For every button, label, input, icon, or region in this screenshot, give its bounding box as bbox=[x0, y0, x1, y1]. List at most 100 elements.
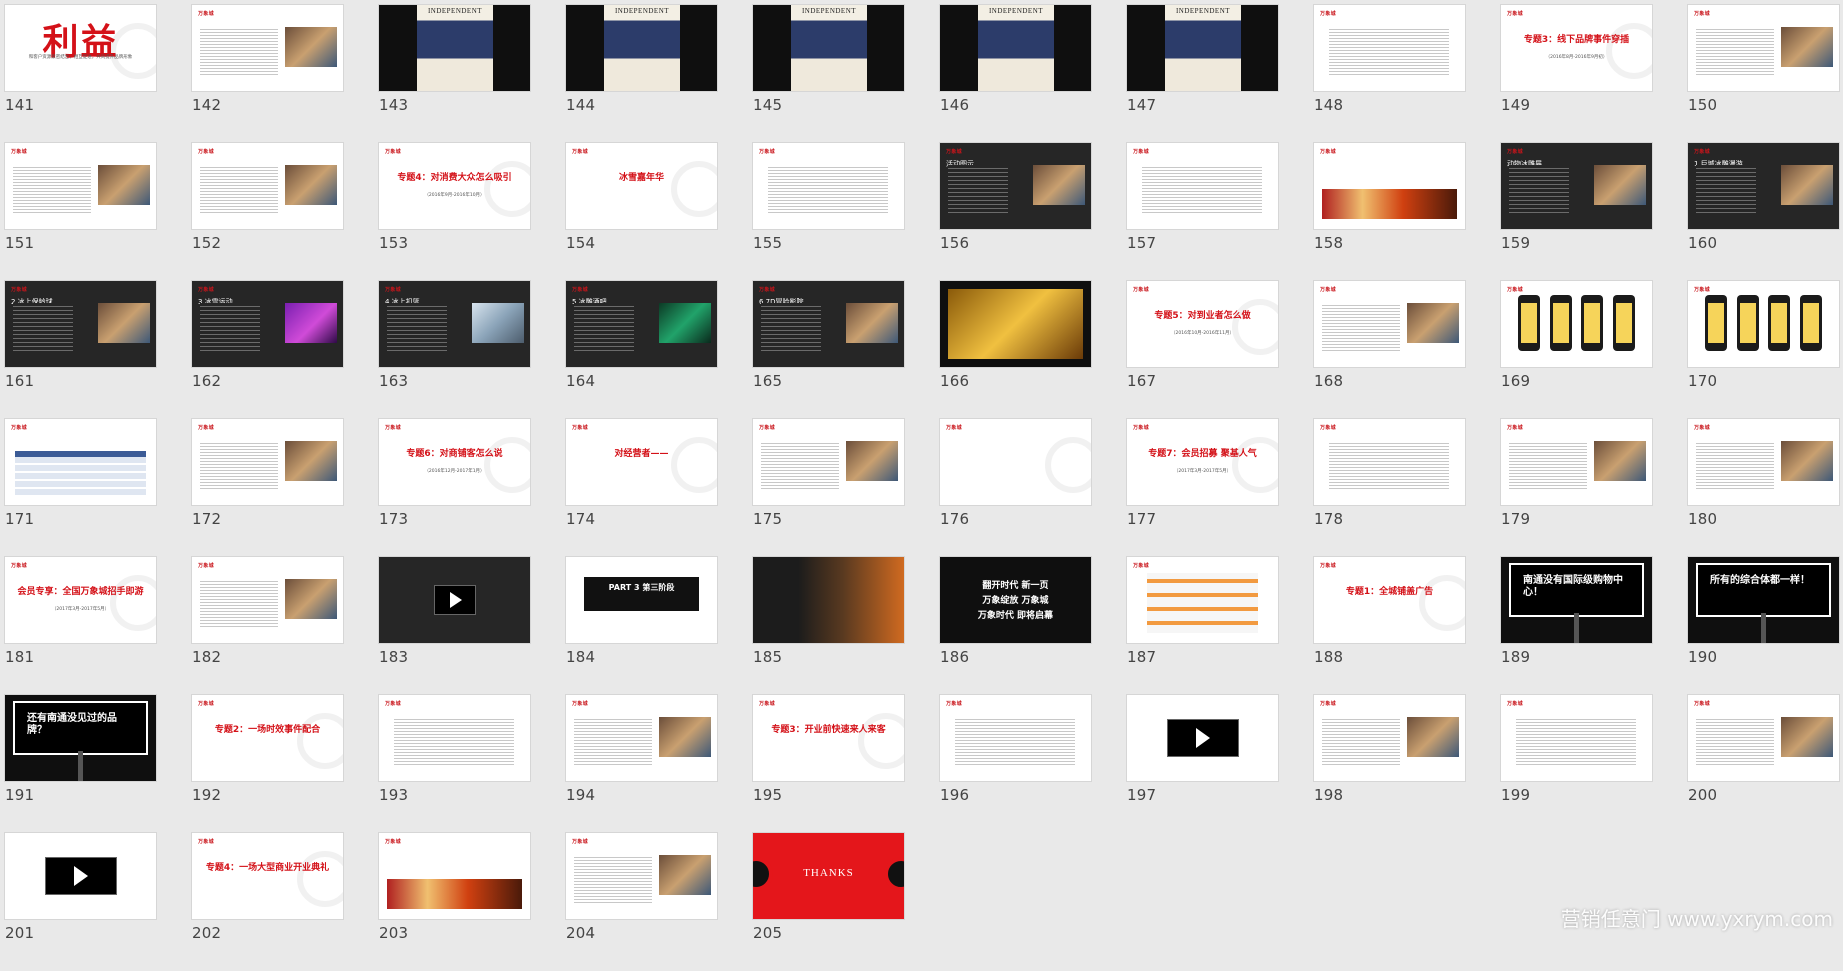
slide-thumbnail[interactable]: INDEPENDENT bbox=[753, 5, 904, 91]
photo bbox=[1781, 717, 1833, 757]
part-title: PART 3 第三阶段 bbox=[608, 583, 675, 592]
slide-thumbnail[interactable]: 万象城 bbox=[1127, 557, 1278, 643]
slide-thumbnail[interactable] bbox=[940, 281, 1091, 367]
slide-thumbnail[interactable]: 万象城 bbox=[1501, 695, 1652, 781]
slide-thumbnail[interactable]: 万象城 bbox=[753, 419, 904, 505]
slide-thumbnail[interactable]: 万象城 bbox=[5, 419, 156, 505]
slide-thumbnail[interactable]: 万象城 bbox=[1688, 5, 1839, 91]
slide-thumbnail[interactable]: 万象城 bbox=[1501, 281, 1652, 367]
slide-thumbnail[interactable]: 万象城 bbox=[1314, 5, 1465, 91]
slide-thumbnail[interactable]: 还有南通没见过的品牌？ bbox=[5, 695, 156, 781]
slide-thumbnail[interactable]: 万象城 2.冰上保龄球 bbox=[5, 281, 156, 367]
slide-thumbnail[interactable]: 万象城 bbox=[1688, 695, 1839, 781]
brand-logo: 万象城 bbox=[385, 839, 401, 845]
slide-thumbnail[interactable]: 万象城 活动图示 bbox=[940, 143, 1091, 229]
slide-thumbnail[interactable]: 翻开时代 新一页 万象绽放 万象城 万象时代 即将启幕 bbox=[940, 557, 1091, 643]
brand-logo: 万象城 bbox=[1133, 149, 1149, 155]
brand-logo: 万象城 bbox=[1133, 425, 1149, 431]
slide-thumbnail[interactable]: 万象城 bbox=[753, 143, 904, 229]
slide-thumbnail[interactable]: 万象城 专题5：对到业者怎么做 （2016年10月-2016年11月） bbox=[1127, 281, 1278, 367]
slide-thumbnail[interactable]: 万象城 bbox=[940, 419, 1091, 505]
play-icon[interactable] bbox=[433, 585, 476, 615]
slide-thumbnail[interactable]: 万象城 bbox=[192, 557, 343, 643]
slide-thumbnail[interactable]: 万象城 专题1：全城铺盖广告 bbox=[1314, 557, 1465, 643]
slide-thumbnail[interactable]: 万象城 4.冰上扣篮 bbox=[379, 281, 530, 367]
text-block bbox=[948, 165, 1008, 213]
slide-thumbnail[interactable] bbox=[753, 557, 904, 643]
slide-cell: 万象城 196 bbox=[940, 695, 1091, 833]
brand-logo: 万象城 bbox=[198, 839, 214, 845]
slide-thumbnail[interactable]: 万象城 bbox=[1314, 143, 1465, 229]
slide-thumbnail[interactable]: 南通没有国际级购物中心！ bbox=[1501, 557, 1652, 643]
slide-thumbnail[interactable]: 万象城 bbox=[1314, 695, 1465, 781]
slide-thumbnail[interactable]: 万象城 bbox=[192, 143, 343, 229]
slide-thumbnail[interactable]: INDEPENDENT bbox=[379, 5, 530, 91]
brand-logo: 万象城 bbox=[1694, 425, 1710, 431]
slide-number: 152 bbox=[192, 234, 222, 252]
slide-cell: 翻开时代 新一页 万象绽放 万象城 万象时代 即将启幕 186 bbox=[940, 557, 1091, 695]
slide-thumbnail[interactable]: 万象城 bbox=[1688, 419, 1839, 505]
slide-number: 177 bbox=[1127, 510, 1157, 528]
slide-thumbnail[interactable]: 万象城 冰雪嘉年华 bbox=[566, 143, 717, 229]
slide-thumbnail[interactable]: 万象城 1.巨城冰雕漫游 bbox=[1688, 143, 1839, 229]
slide-number: 168 bbox=[1314, 372, 1344, 390]
brand-logo: 万象城 bbox=[198, 563, 214, 569]
slide-thumbnail[interactable]: 万象城 5.冰雕酒吧 bbox=[566, 281, 717, 367]
slide-thumbnail[interactable]: 万象城 bbox=[192, 5, 343, 91]
slide-thumbnail[interactable] bbox=[1127, 695, 1278, 781]
brand-logo: 万象城 bbox=[385, 149, 401, 155]
slide-thumbnail[interactable]: 万象城 bbox=[1688, 281, 1839, 367]
slide-thumbnail[interactable]: 万象城 bbox=[1314, 419, 1465, 505]
slide-thumbnail[interactable]: INDEPENDENT bbox=[1127, 5, 1278, 91]
slide-thumbnail[interactable]: 万象城 bbox=[379, 833, 530, 919]
slide-thumbnail[interactable]: INDEPENDENT bbox=[940, 5, 1091, 91]
slide-thumbnail[interactable]: 所有的综合体都一样！ bbox=[1688, 557, 1839, 643]
slide-thumbnail[interactable]: 万象城 专题7：会员招募 聚基人气 （2017年3月-2017年5月） bbox=[1127, 419, 1278, 505]
slide-thumbnail[interactable]: 万象城 动物冰雕展 bbox=[1501, 143, 1652, 229]
decorative-circle bbox=[484, 437, 530, 493]
brand-logo: 万象城 bbox=[572, 839, 588, 845]
slide-sorter-grid: 利益 和客户资源紧密结合，相互促进，共同提升品牌形象 141 万象城 142 INDEPE… bbox=[5, 5, 1839, 971]
play-icon[interactable] bbox=[44, 857, 117, 895]
slide-thumbnail[interactable]: 万象城 专题4：一场大型商业开业典礼 bbox=[192, 833, 343, 919]
slide-thumbnail[interactable]: 万象城 bbox=[1314, 281, 1465, 367]
slide-thumbnail[interactable]: 万象城 bbox=[5, 143, 156, 229]
slide-thumbnail[interactable]: 万象城 bbox=[1127, 143, 1278, 229]
slide-number: 157 bbox=[1127, 234, 1157, 252]
slide-cell: 万象城 5.冰雕酒吧 164 bbox=[566, 281, 717, 419]
slide-thumbnail[interactable]: 万象城 会员专享：全国万象城招手即游 （2017年3月-2017年5月） bbox=[5, 557, 156, 643]
billboard-headline: 还有南通没见过的品牌？ bbox=[27, 713, 117, 736]
text-line: 万象绽放 万象城 bbox=[982, 596, 1049, 606]
slide-thumbnail[interactable]: INDEPENDENT bbox=[566, 5, 717, 91]
slide-thumbnail[interactable]: 万象城 6.7D冒险影院 bbox=[753, 281, 904, 367]
slide-thumbnail[interactable]: 万象城 专题2：一场时效事件配合 bbox=[192, 695, 343, 781]
slide-thumbnail[interactable]: 万象城 bbox=[192, 419, 343, 505]
slide-cell: 万象城 专题1：全城铺盖广告 188 bbox=[1314, 557, 1465, 695]
slide-thumbnail[interactable]: 万象城 bbox=[566, 833, 717, 919]
slide-thumbnail[interactable]: 万象城 专题3：线下品牌事件穿插 （2016年8月-2016年9月初） bbox=[1501, 5, 1652, 91]
slide-thumbnail[interactable]: 万象城 bbox=[940, 695, 1091, 781]
slide-number: 171 bbox=[5, 510, 35, 528]
slide-thumbnail[interactable]: 万象城 专题6：对商铺客怎么说 （2016年12月-2017年1月） bbox=[379, 419, 530, 505]
slide-thumbnail[interactable]: THANKS bbox=[753, 833, 904, 919]
slide-thumbnail[interactable] bbox=[5, 833, 156, 919]
slide-thumbnail[interactable]: 万象城 3.冰雪运动 bbox=[192, 281, 343, 367]
slide-number: 181 bbox=[5, 648, 35, 666]
slide-thumbnail[interactable]: 万象城 专题3：开业前快速来人来客 bbox=[753, 695, 904, 781]
slide-thumbnail[interactable]: 万象城 bbox=[566, 695, 717, 781]
slide-thumbnail[interactable]: 万象城 bbox=[1501, 419, 1652, 505]
slide-title: 专题7：会员招募 聚基人气 bbox=[1148, 449, 1257, 459]
slide-thumbnail[interactable]: 万象城 对经营者—— bbox=[566, 419, 717, 505]
slide-thumbnail[interactable] bbox=[379, 557, 530, 643]
photo-strip bbox=[1322, 189, 1457, 219]
play-icon[interactable] bbox=[1166, 719, 1239, 757]
slide-thumbnail[interactable]: PART 3 第三阶段 bbox=[566, 557, 717, 643]
text-block bbox=[1509, 441, 1587, 489]
slide-thumbnail[interactable]: 利益 和客户资源紧密结合，相互促进，共同提升品牌形象 bbox=[5, 5, 156, 91]
slide-number: 148 bbox=[1314, 96, 1344, 114]
slide-thumbnail[interactable]: 万象城 bbox=[379, 695, 530, 781]
brand-logo: 万象城 bbox=[759, 287, 775, 293]
brand-logo: 万象城 bbox=[1133, 287, 1149, 293]
slide-thumbnail[interactable]: 万象城 专题4：对消费大众怎么吸引 （2016年9月-2016年10月） bbox=[379, 143, 530, 229]
brand-logo: 万象城 bbox=[1694, 149, 1710, 155]
